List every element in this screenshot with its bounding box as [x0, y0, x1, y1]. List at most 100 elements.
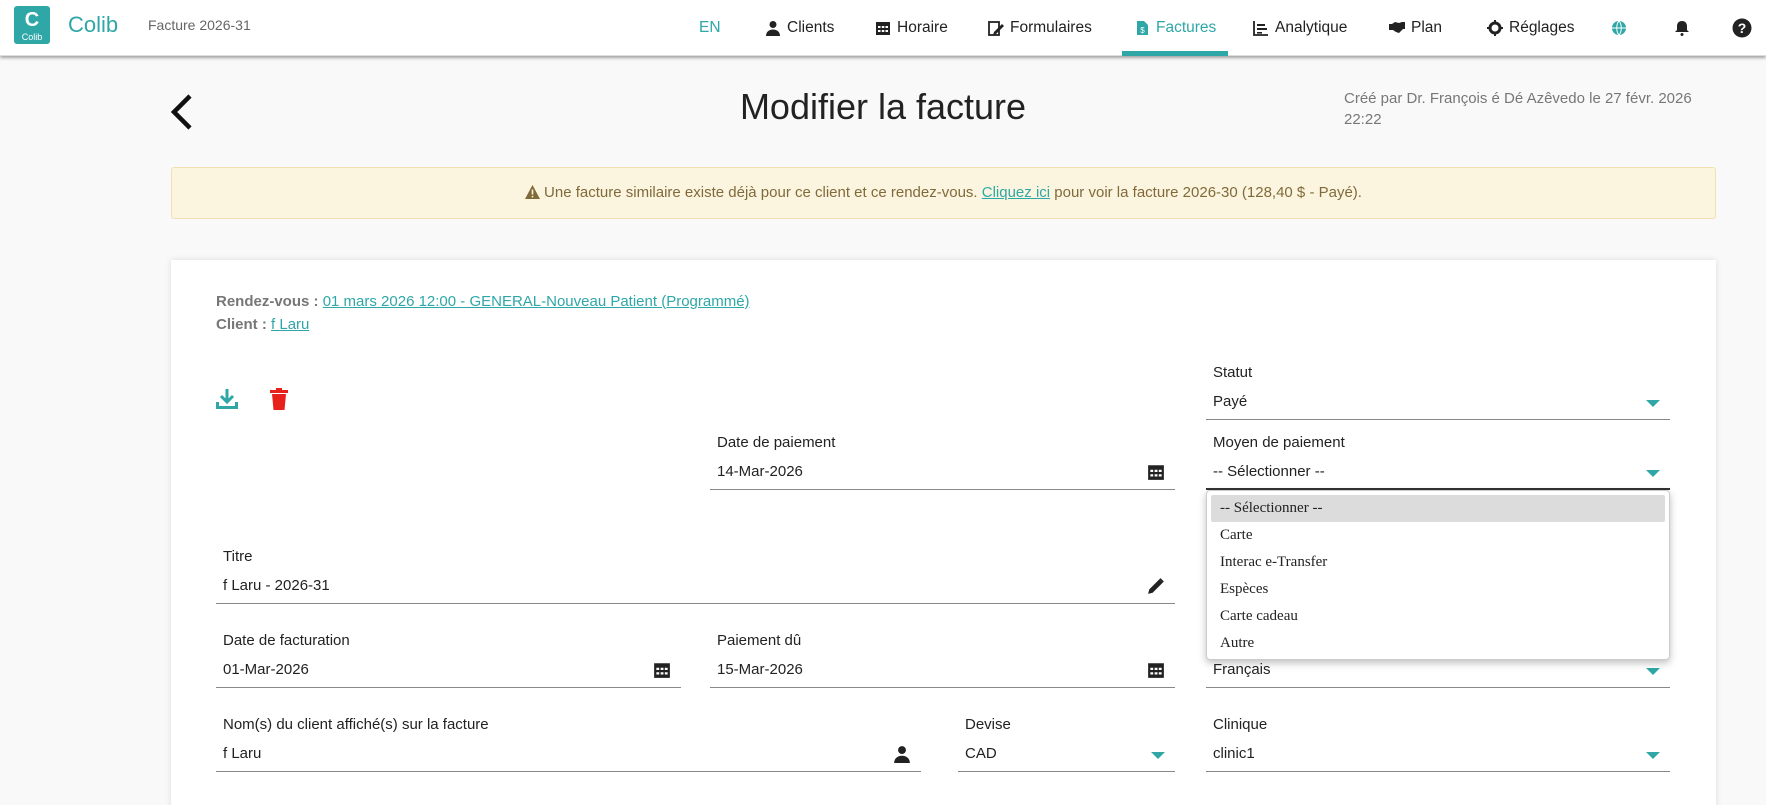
payment-date-value: 14-Mar-2026	[717, 463, 803, 480]
currency-field[interactable]: Devise CAD	[958, 716, 1175, 772]
calendar-icon[interactable]	[1147, 463, 1165, 481]
app-logo[interactable]: C Colib	[14, 6, 50, 44]
client-names-label: Nom(s) du client affiché(s) sur la factu…	[223, 716, 489, 733]
created-by-info: Créé par Dr. François é Dé Azêvedo le 27…	[1344, 90, 1692, 128]
payment-method-field[interactable]: Moyen de paiement -- Sélectionner --	[1206, 434, 1670, 490]
language-value: Français	[1213, 661, 1271, 678]
calendar-icon[interactable]	[653, 661, 671, 679]
appointment-info: Rendez-vous : 01 mars 2026 12:00 - GENER…	[216, 293, 750, 310]
payment-method-label: Moyen de paiement	[1213, 434, 1345, 451]
billing-date-field[interactable]: Date de facturation 01-Mar-2026	[216, 632, 681, 688]
due-date-label: Paiement dû	[717, 632, 802, 649]
option-autre[interactable]: Autre	[1211, 630, 1665, 657]
status-field[interactable]: Statut Payé	[1206, 364, 1670, 420]
nav-horaire-label: Horaire	[897, 19, 948, 36]
user-icon[interactable]	[893, 745, 911, 763]
nav-factures[interactable]: $ Factures	[1122, 0, 1229, 56]
nav-reglages[interactable]: Réglages	[1487, 0, 1575, 56]
chevron-down-icon	[1646, 400, 1660, 407]
alert-link[interactable]: Cliquez ici	[982, 184, 1050, 201]
nav-formulaires-label: Formulaires	[1010, 19, 1092, 36]
payment-method-value: -- Sélectionner --	[1213, 463, 1325, 480]
client-link[interactable]: f Laru	[271, 316, 309, 333]
payment-date-label: Date de paiement	[717, 434, 836, 451]
warning-icon	[525, 185, 541, 199]
chevron-down-icon	[1151, 752, 1165, 759]
status-select[interactable]: Payé	[1206, 390, 1670, 420]
chevron-down-icon	[1646, 470, 1660, 477]
logo-small-text: Colib	[21, 32, 43, 42]
client-names-input[interactable]: f Laru	[216, 742, 921, 772]
gear-icon	[1487, 20, 1503, 36]
clinic-value: clinic1	[1213, 745, 1255, 762]
payment-method-select[interactable]: -- Sélectionner --	[1206, 460, 1670, 490]
handshake-icon	[1389, 22, 1405, 33]
nav-plan-label: Plan	[1411, 19, 1443, 36]
globe-button[interactable]	[1611, 0, 1633, 56]
client-names-field[interactable]: Nom(s) du client affiché(s) sur la factu…	[216, 716, 921, 772]
chevron-down-icon	[1646, 668, 1660, 675]
duplicate-invoice-alert: Une facture similaire existe déjà pour c…	[171, 167, 1716, 219]
option-carte-cadeau[interactable]: Carte cadeau	[1211, 603, 1665, 630]
help-icon: ?	[1732, 18, 1752, 38]
logo-letter: C	[24, 9, 40, 31]
alert-text-before: Une facture similaire existe déjà pour c…	[544, 184, 978, 201]
payment-method-options: -- Sélectionner -- Carte Interac e-Trans…	[1206, 490, 1670, 660]
currency-label: Devise	[965, 716, 1011, 733]
download-icon[interactable]	[215, 387, 239, 411]
nav-clients-label: Clients	[787, 19, 835, 36]
payment-date-input[interactable]: 14-Mar-2026	[710, 460, 1175, 490]
help-button[interactable]: ?	[1732, 0, 1758, 56]
title-label: Titre	[223, 548, 253, 565]
user-icon	[766, 21, 780, 36]
calendar-icon[interactable]	[1147, 661, 1165, 679]
svg-text:?: ?	[1738, 20, 1747, 36]
due-date-value: 15-Mar-2026	[717, 661, 803, 678]
trash-icon[interactable]	[267, 387, 291, 411]
nav-reglages-label: Réglages	[1509, 19, 1575, 36]
billing-date-input[interactable]: 01-Mar-2026	[216, 658, 681, 688]
top-navbar: C Colib Colib Facture 2026-31 EN Clients…	[0, 0, 1766, 56]
title-input[interactable]: f Laru - 2026-31	[216, 574, 1175, 604]
brand-name[interactable]: Colib	[68, 12, 118, 38]
nav-factures-label: Factures	[1156, 19, 1217, 36]
billing-date-label: Date de facturation	[223, 632, 350, 649]
bell-icon	[1675, 21, 1689, 36]
payment-date-field[interactable]: Date de paiement 14-Mar-2026	[710, 434, 1175, 490]
option-carte[interactable]: Carte	[1211, 522, 1665, 549]
pencil-icon[interactable]	[1147, 577, 1165, 595]
clinic-label: Clinique	[1213, 716, 1268, 733]
client-names-value: f Laru	[223, 745, 262, 762]
calendar-icon	[876, 22, 890, 35]
option-select[interactable]: -- Sélectionner --	[1211, 495, 1665, 522]
form-edit-icon	[988, 21, 1004, 36]
appointment-label: Rendez-vous :	[216, 293, 319, 310]
billing-date-value: 01-Mar-2026	[223, 661, 309, 678]
clinic-select[interactable]: clinic1	[1206, 742, 1670, 772]
nav-horaire[interactable]: Horaire	[875, 0, 948, 56]
notifications-button[interactable]	[1674, 0, 1696, 56]
currency-value: CAD	[965, 745, 997, 762]
client-label: Client :	[216, 316, 267, 333]
chevron-down-icon	[1646, 752, 1660, 759]
alert-text-after: pour voir la facture 2026-30 (128,40 $ -…	[1054, 184, 1362, 201]
svg-text:$: $	[1140, 26, 1145, 35]
due-date-input[interactable]: 15-Mar-2026	[710, 658, 1175, 688]
nav-analytique[interactable]: Analytique	[1253, 0, 1347, 56]
language-toggle[interactable]: EN	[699, 0, 721, 56]
appointment-link[interactable]: 01 mars 2026 12:00 - GENERAL-Nouveau Pat…	[323, 293, 750, 310]
clinic-field[interactable]: Clinique clinic1	[1206, 716, 1670, 772]
breadcrumb: Facture 2026-31	[148, 17, 251, 33]
option-interac[interactable]: Interac e-Transfer	[1211, 549, 1665, 576]
nav-formulaires[interactable]: Formulaires	[988, 0, 1092, 56]
language-select[interactable]: Français	[1206, 658, 1670, 688]
due-date-field[interactable]: Paiement dû 15-Mar-2026	[710, 632, 1175, 688]
currency-select[interactable]: CAD	[958, 742, 1175, 772]
option-especes[interactable]: Espèces	[1211, 576, 1665, 603]
nav-plan[interactable]: Plan	[1389, 0, 1442, 56]
title-value: f Laru - 2026-31	[223, 577, 330, 594]
title-field[interactable]: Titre f Laru - 2026-31	[216, 548, 1175, 604]
nav-analytique-label: Analytique	[1275, 19, 1348, 36]
status-value: Payé	[1213, 393, 1248, 410]
nav-clients[interactable]: Clients	[765, 0, 834, 56]
